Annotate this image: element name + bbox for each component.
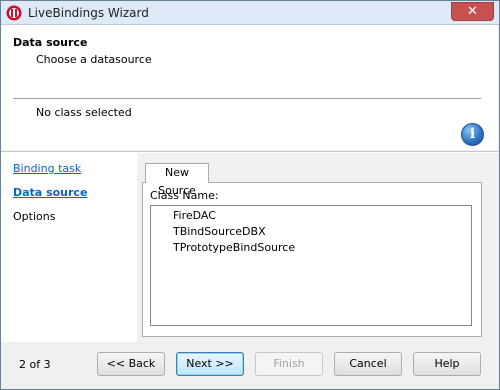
list-item-tbindsourcedbx[interactable]: TBindSourceDBX bbox=[173, 224, 266, 240]
page-title: Data source bbox=[13, 36, 88, 49]
wizard-steps-nav: Binding task Data source Options bbox=[1, 153, 137, 342]
back-button[interactable]: << Back bbox=[97, 352, 165, 376]
next-button[interactable]: Next >> bbox=[176, 352, 244, 376]
tab-new-source[interactable]: New Source bbox=[145, 163, 209, 197]
help-button[interactable]: Help bbox=[413, 352, 481, 376]
window-title: LiveBindings Wizard bbox=[28, 6, 149, 20]
nav-item-binding-task[interactable]: Binding task bbox=[13, 162, 81, 175]
nav-item-options: Options bbox=[13, 210, 56, 223]
title-bar[interactable]: LiveBindings Wizard bbox=[1, 1, 499, 25]
list-item-tprototypebindsource[interactable]: TPrototypeBindSource bbox=[173, 240, 295, 256]
page-subtitle: Choose a datasource bbox=[36, 53, 152, 66]
info-icon[interactable]: i bbox=[461, 123, 484, 146]
header-divider-highlight bbox=[13, 99, 481, 100]
info-icon-glyph: i bbox=[469, 126, 476, 142]
app-logo-icon bbox=[6, 5, 22, 21]
list-item-firedac[interactable]: FireDAC bbox=[173, 208, 216, 224]
nav-item-data-source[interactable]: Data source bbox=[13, 186, 87, 199]
page-count: 2 of 3 bbox=[19, 358, 51, 371]
class-name-label: Class Name: bbox=[150, 189, 219, 202]
close-button[interactable]: ✕ bbox=[451, 2, 494, 21]
finish-button[interactable]: Finish bbox=[255, 352, 323, 376]
close-icon: ✕ bbox=[467, 4, 478, 19]
header-panel: Data source Choose a datasource No class… bbox=[1, 25, 498, 150]
cancel-button[interactable]: Cancel bbox=[334, 352, 402, 376]
class-listbox[interactable]: FireDAC TBindSourceDBX TPrototypeBindSou… bbox=[150, 205, 472, 326]
status-text: No class selected bbox=[36, 106, 132, 119]
